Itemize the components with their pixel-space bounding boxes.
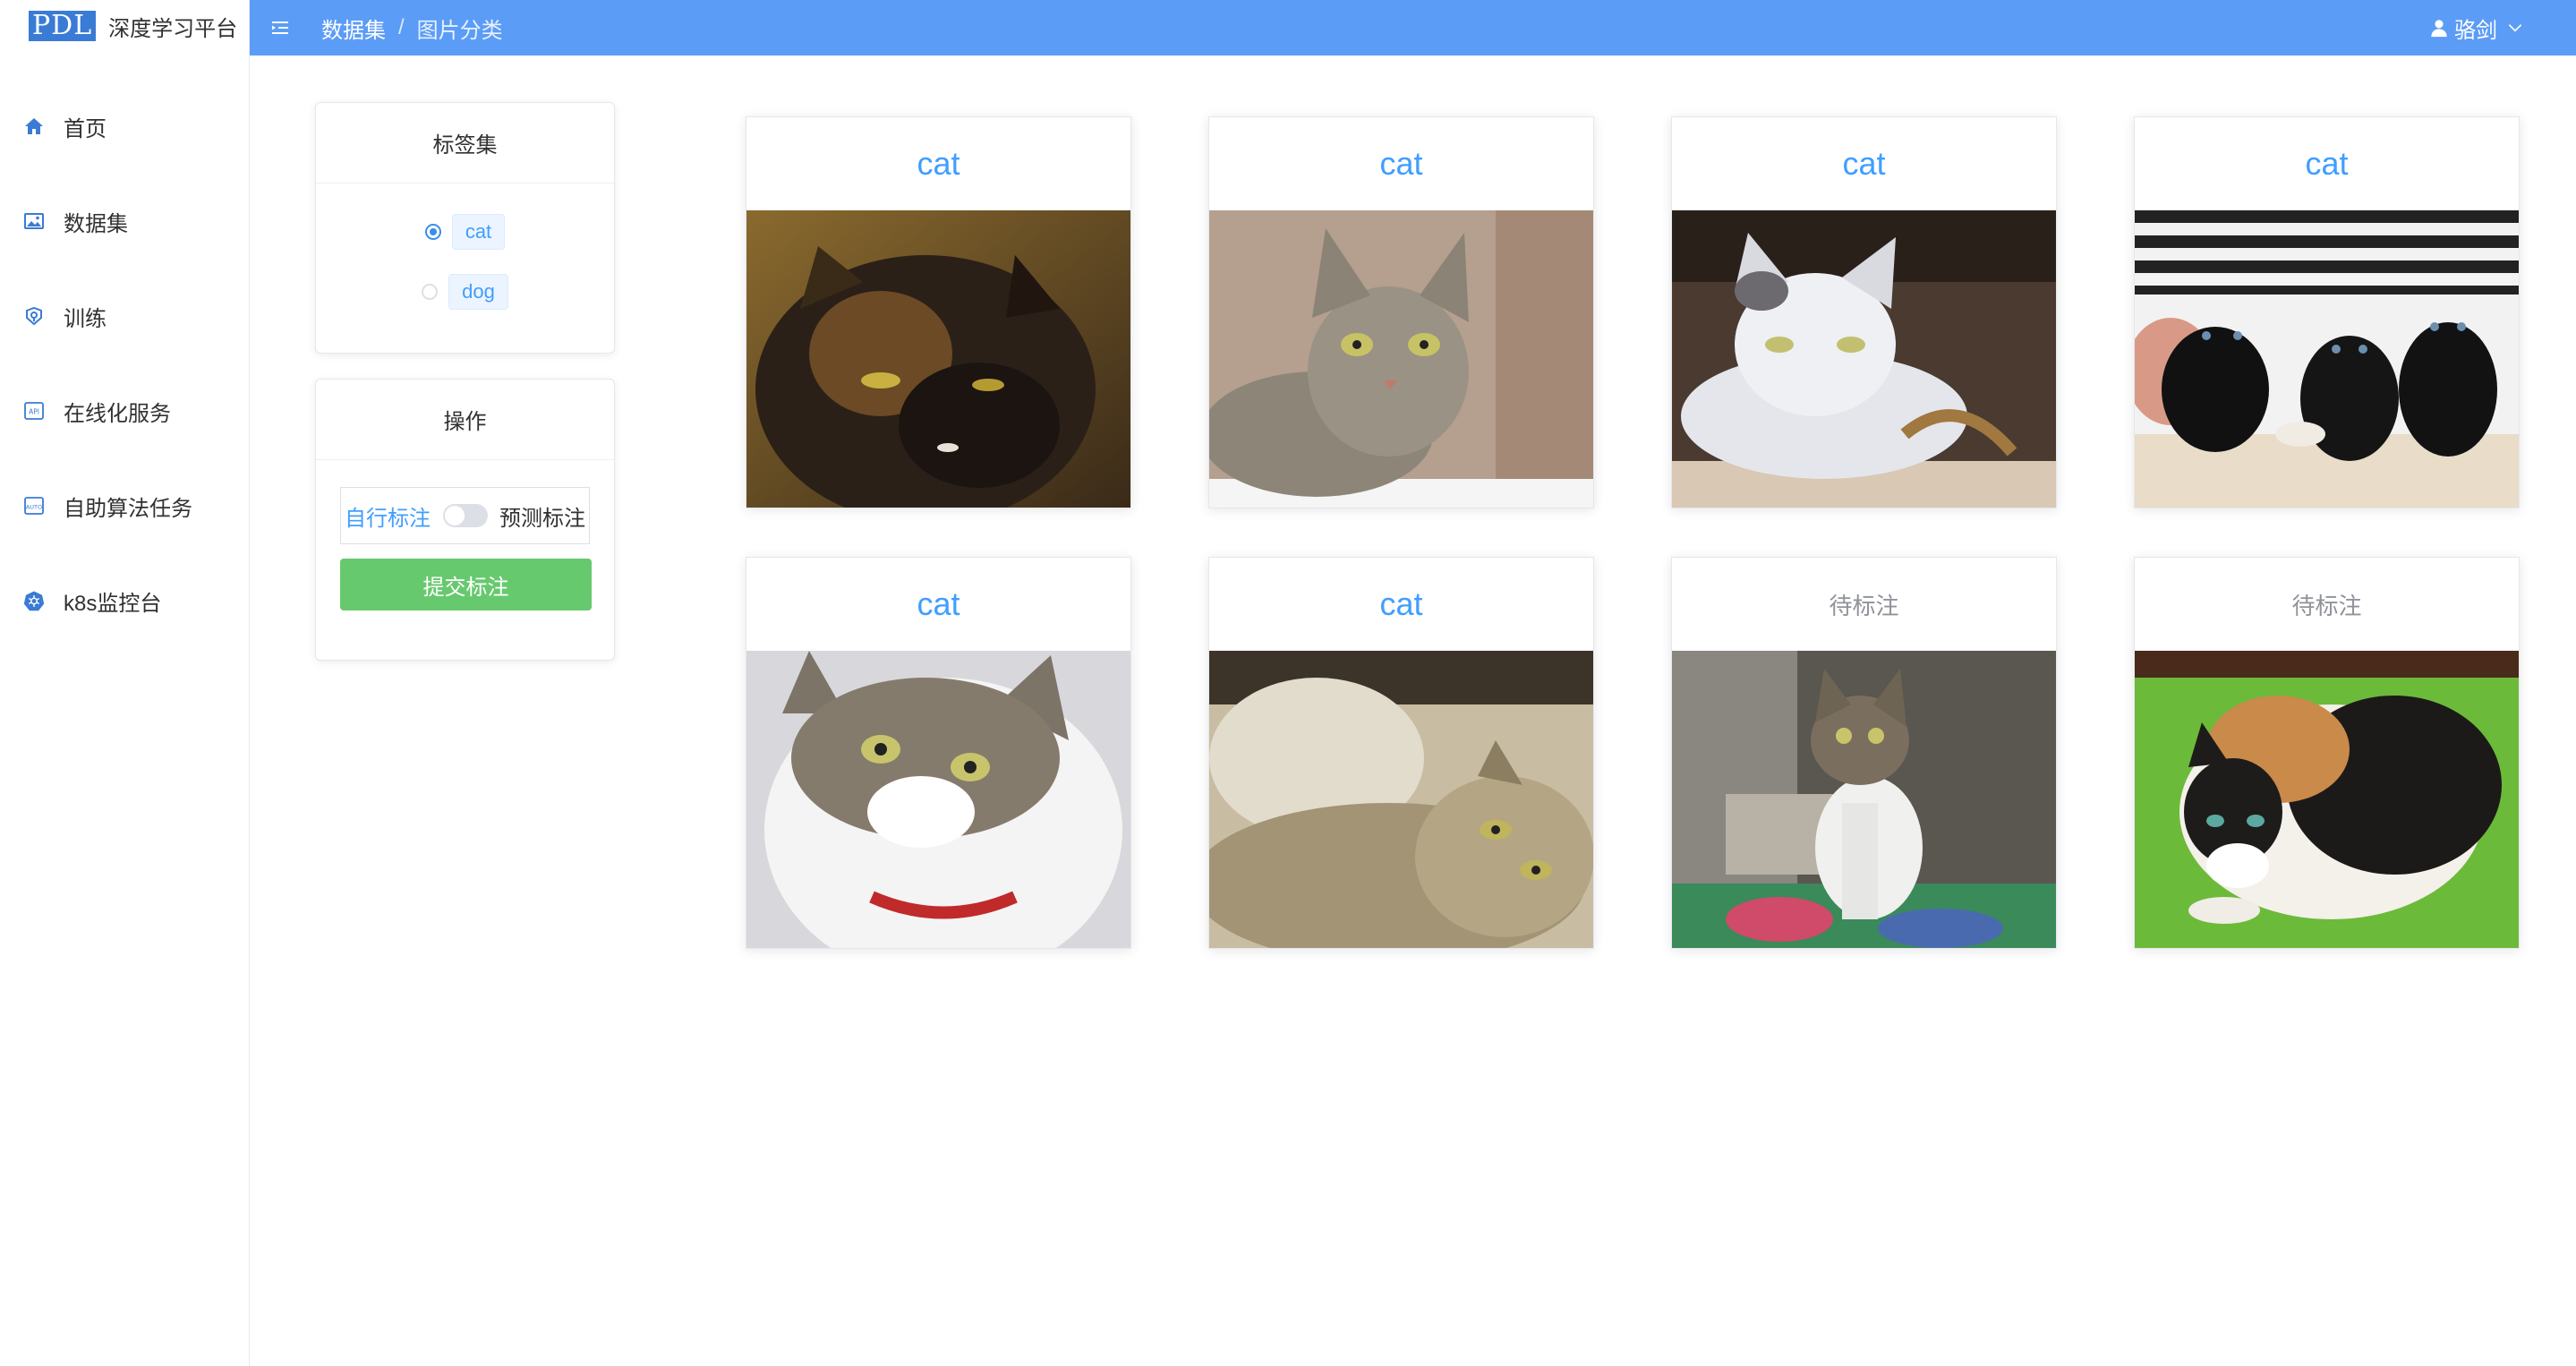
label-option-dog[interactable]: dog — [316, 261, 614, 321]
sidebar-item-training[interactable]: 训练 — [0, 269, 249, 363]
label-option-cat[interactable]: cat — [316, 201, 614, 261]
cat-photo — [1209, 651, 1593, 948]
app-title: 深度学习平台 — [108, 16, 238, 41]
sidebar-item-k8s[interactable]: k8s监控台 — [0, 553, 249, 648]
switch-label-manual[interactable]: 自行标注 — [345, 500, 431, 532]
chevron-down-icon — [2508, 24, 2522, 32]
breadcrumb-item-current: 图片分类 — [416, 18, 503, 43]
user-menu[interactable]: 骆剑 — [2429, 0, 2529, 55]
operation-panel: 操作 自行标注 预测标注 提交标注 — [315, 379, 615, 661]
sidebar-item-home[interactable]: 首页 — [0, 79, 249, 174]
sidebar-item-auto-algorithm[interactable]: AUTO 自助算法任务 — [0, 458, 249, 553]
image-card[interactable]: cat — [746, 116, 1131, 508]
sidebar-item-label: 数据集 — [64, 211, 128, 236]
image-card[interactable]: cat — [1208, 557, 1594, 949]
cat-photo — [2135, 210, 2519, 508]
cat-photo — [746, 210, 1130, 508]
switch-label-predict[interactable]: 预测标注 — [499, 500, 585, 532]
sidebar-item-online-service[interactable]: API 在线化服务 — [0, 363, 249, 458]
label-tag: cat — [451, 213, 506, 250]
sidebar-item-dataset[interactable]: 数据集 — [0, 174, 249, 269]
svg-text:API: API — [29, 408, 39, 416]
api-icon: API — [24, 402, 44, 420]
cat-photo — [1209, 210, 1593, 508]
annotation-mode-switch-box: 自行标注 预测标注 — [340, 487, 590, 544]
cat-photo — [1672, 210, 2056, 508]
sidebar-menu: 首页 数据集 训练 API 在线化服务 AUTO 自助算法任务 k8s监控台 — [0, 79, 249, 648]
svg-text:AUTO: AUTO — [26, 504, 42, 511]
breadcrumb: 数据集 / 图片分类 — [321, 13, 503, 44]
image-icon — [24, 213, 44, 229]
training-icon — [26, 306, 42, 326]
radio-checked[interactable] — [424, 223, 441, 240]
image-label: cat — [1379, 145, 1423, 182]
image-label: cat — [1379, 585, 1423, 622]
image-label: cat — [1842, 145, 1886, 182]
cat-photo — [746, 651, 1130, 948]
kubernetes-icon — [23, 591, 45, 611]
logo[interactable]: PDL 深度学习平台 — [0, 0, 249, 52]
home-icon — [25, 118, 43, 134]
image-label-pending: 待标注 — [1829, 592, 1899, 619]
image-label: cat — [2305, 145, 2349, 182]
image-label-pending: 待标注 — [2291, 592, 2362, 619]
top-header: 数据集 / 图片分类 骆剑 — [250, 0, 2576, 55]
sidebar-item-label: 自助算法任务 — [64, 496, 192, 521]
logo-mark: PDL — [29, 11, 97, 41]
image-card[interactable]: cat — [746, 557, 1131, 949]
menu-toggle-icon[interactable] — [269, 17, 291, 38]
cat-photo — [2135, 651, 2519, 948]
image-card[interactable]: 待标注 — [2134, 557, 2520, 949]
annotation-mode-toggle[interactable] — [442, 504, 488, 527]
sidebar: PDL 深度学习平台 首页 数据集 训练 API 在线化服务 AUTO 自助算法… — [0, 0, 250, 1366]
label-set-title: 标签集 — [316, 103, 614, 184]
user-icon — [2431, 20, 2447, 38]
image-card[interactable]: cat — [2134, 116, 2520, 508]
label-options: cat dog — [316, 184, 614, 321]
sidebar-item-label: 训练 — [64, 306, 107, 331]
breadcrumb-separator: / — [398, 15, 405, 39]
sidebar-item-label: 在线化服务 — [64, 401, 171, 426]
breadcrumb-item-dataset[interactable]: 数据集 — [321, 13, 386, 44]
image-label: cat — [917, 145, 960, 182]
radio-unchecked[interactable] — [422, 283, 439, 300]
image-card[interactable]: cat — [1208, 116, 1594, 508]
submit-annotation-button[interactable]: 提交标注 — [340, 559, 592, 610]
sidebar-item-label: k8s监控台 — [64, 591, 162, 616]
cat-photo — [1672, 651, 2056, 948]
sidebar-item-label: 首页 — [64, 116, 107, 141]
image-label: cat — [917, 585, 960, 622]
image-card[interactable]: 待标注 — [1671, 557, 2057, 949]
label-set-panel: 标签集 cat dog — [315, 102, 615, 354]
user-name: 骆剑 — [2454, 18, 2497, 43]
image-card[interactable]: cat — [1671, 116, 2057, 508]
label-tag: dog — [448, 273, 508, 310]
operation-title: 操作 — [316, 380, 614, 460]
auto-icon: AUTO — [24, 497, 44, 515]
